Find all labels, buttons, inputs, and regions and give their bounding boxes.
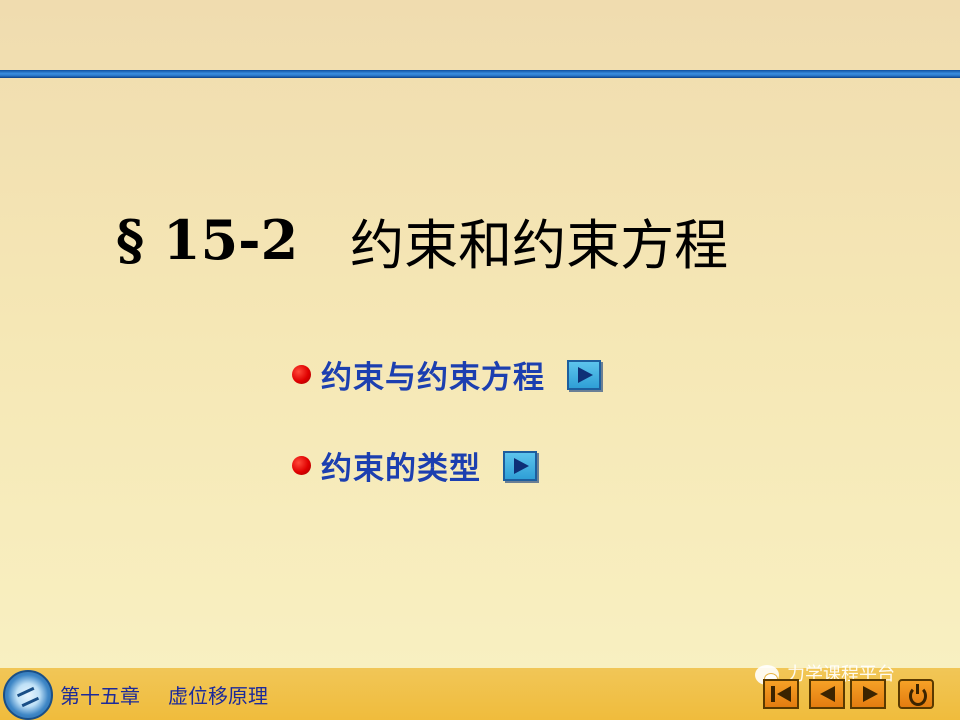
play-icon[interactable] [503, 450, 537, 481]
header-rule [0, 70, 960, 78]
menu-item-label[interactable]: 约束的类型 [321, 443, 481, 488]
section-number: § 15-2 [116, 208, 299, 272]
previous-slide-button[interactable] [809, 679, 845, 709]
menu-item-label[interactable]: 约束与约束方程 [321, 352, 545, 397]
bullet-icon [292, 456, 311, 475]
menu-item-constraint-types[interactable]: 约束的类型 [292, 443, 537, 488]
university-logo-icon [3, 670, 53, 720]
chapter-label: 第十五章 虚位移原理 [60, 683, 268, 709]
chapter-number: 第十五章 [60, 684, 140, 708]
next-slide-button[interactable] [850, 679, 886, 709]
play-icon[interactable] [567, 359, 601, 390]
menu-item-constraints-and-equations[interactable]: 约束与约束方程 [292, 352, 601, 397]
section-title: 约束和约束方程 [350, 213, 729, 277]
chapter-topic: 虚位移原理 [168, 684, 268, 708]
page-title: § 15-2 约束和约束方程 [116, 200, 876, 280]
bullet-icon [292, 365, 311, 384]
exit-button[interactable] [898, 679, 934, 709]
first-slide-button[interactable] [763, 679, 799, 709]
